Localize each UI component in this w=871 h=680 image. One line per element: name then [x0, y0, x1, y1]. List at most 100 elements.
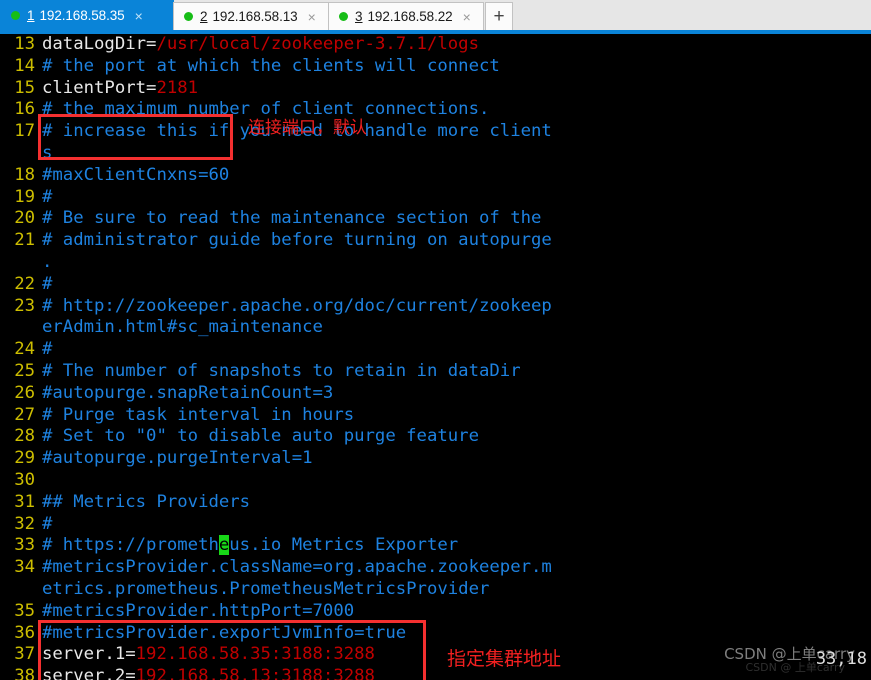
- line-content: #metricsProvider.exportJvmInfo=true: [42, 623, 406, 645]
- line-content: #metricsProvider.httpPort=7000: [42, 601, 354, 623]
- terminal-tab-2[interactable]: 2 192.168.58.13 ×: [173, 2, 329, 30]
- line-content: # the port at which the clients will con…: [42, 56, 500, 78]
- line-number: 34: [14, 557, 35, 578]
- close-icon[interactable]: ×: [135, 9, 143, 23]
- line-number: 35: [14, 600, 35, 621]
- tab-label-3: 192.168.58.22: [367, 9, 453, 24]
- code-token: etrics.prometheus.PrometheusMetricsProvi…: [42, 578, 490, 599]
- line-number: 37: [14, 644, 35, 665]
- close-icon[interactable]: ×: [463, 10, 471, 24]
- code-token: #: [42, 273, 53, 294]
- tab-label-2: 192.168.58.13: [212, 9, 298, 24]
- line-number: 19: [14, 186, 35, 207]
- code-token: # Set to "0" to disable auto purge featu…: [42, 426, 479, 447]
- line-number: [0, 143, 42, 165]
- line-number: 27: [14, 404, 35, 425]
- code-token: s: [42, 142, 53, 163]
- close-icon[interactable]: ×: [308, 10, 316, 24]
- line-content: ## Metrics Providers: [42, 492, 250, 514]
- code-token: # Purge task interval in hours: [42, 404, 355, 425]
- tab-index-2: 2: [200, 9, 208, 24]
- editor-line: 18 #maxClientCnxns=60: [0, 165, 871, 187]
- code-token: #: [42, 513, 53, 534]
- code-token: #: [42, 186, 53, 207]
- editor-cursor-position: 33,18: [815, 649, 867, 670]
- terminal-tab-3[interactable]: 3 192.168.58.22 ×: [328, 2, 484, 30]
- line-number: 14: [14, 55, 35, 76]
- code-token: .: [42, 251, 53, 272]
- editor-line: 28 # Set to "0" to disable auto purge fea…: [0, 426, 871, 448]
- editor-line: etrics.prometheus.PrometheusMetricsProvi…: [0, 579, 871, 601]
- code-token: # administrator guide before turning on …: [42, 230, 552, 251]
- line-number: [0, 579, 42, 601]
- editor-line: 34 #metricsProvider.className=org.apache.…: [0, 557, 871, 579]
- connection-status-dot-icon: [184, 12, 193, 21]
- line-number: 38: [14, 666, 35, 680]
- code-token: # Be sure to read the maintenance sectio…: [42, 208, 542, 229]
- line-content: #: [42, 514, 52, 536]
- line-content: s: [42, 143, 52, 165]
- code-token: clientPort=: [42, 77, 157, 98]
- line-number: 22: [14, 273, 35, 294]
- line-content: # Set to "0" to disable auto purge featu…: [42, 426, 479, 448]
- line-number: 23: [14, 295, 35, 316]
- terminal-tab-1[interactable]: 1 192.168.58.35 ×: [0, 0, 174, 30]
- line-number: 28: [14, 426, 35, 447]
- code-token: 192.168.58.13:3188:3288: [135, 666, 375, 680]
- terminal-editor-pane[interactable]: 13 dataLogDir=/usr/local/zookeeper-3.7.1/…: [0, 34, 871, 680]
- line-number: 25: [14, 360, 35, 381]
- tab-bar-empty-area: [513, 2, 871, 30]
- line-number: 13: [14, 34, 35, 54]
- line-number: [0, 252, 42, 274]
- line-content: # Purge task interval in hours: [42, 405, 354, 427]
- code-token: dataLogDir=: [42, 34, 157, 54]
- line-number: 33: [14, 535, 35, 556]
- code-token: # https://prometh: [42, 535, 219, 556]
- line-number: 36: [14, 622, 35, 643]
- line-number: 15: [14, 77, 35, 98]
- code-token: 2181: [156, 77, 199, 98]
- line-number: 17: [14, 121, 35, 142]
- code-token: 192.168.58.35:3188:3288: [135, 644, 375, 665]
- line-content: server.2=192.168.58.13:3188:3288: [42, 666, 375, 680]
- editor-line: 29 #autopurge.purgeInterval=1: [0, 448, 871, 470]
- code-token: # http://zookeeper.apache.org/doc/curren…: [42, 295, 552, 316]
- line-content: # The number of snapshots to retain in d…: [42, 361, 521, 383]
- editor-line: 14 # the port at which the clients will c…: [0, 56, 871, 78]
- code-token: #autopurge.snapRetainCount=3: [42, 382, 334, 403]
- line-content: dataLogDir=/usr/local/zookeeper-3.7.1/lo…: [42, 34, 479, 56]
- code-token: server.2=: [42, 666, 136, 680]
- code-token: server.1=: [42, 644, 136, 665]
- line-number: 24: [14, 339, 35, 360]
- line-content: #autopurge.snapRetainCount=3: [42, 383, 333, 405]
- line-number: 16: [14, 99, 35, 120]
- editor-line: 13 dataLogDir=/usr/local/zookeeper-3.7.1/…: [0, 34, 871, 56]
- code-token: #: [42, 339, 53, 360]
- line-content: #maxClientCnxns=60: [42, 165, 229, 187]
- editor-line: 17 # increase this if you need to handle …: [0, 121, 871, 143]
- editor-line: 38 server.2=192.168.58.13:3188:3288: [0, 666, 871, 680]
- line-content: clientPort=2181: [42, 78, 198, 100]
- editor-line: 27 # Purge task interval in hours: [0, 405, 871, 427]
- line-content: #metricsProvider.className=org.apache.zo…: [42, 557, 552, 579]
- line-number: 20: [14, 208, 35, 229]
- line-number: 18: [14, 164, 35, 185]
- line-number: [0, 317, 42, 339]
- annotation-servers: 指定集群地址: [447, 648, 562, 670]
- editor-line: 36 #metricsProvider.exportJvmInfo=true: [0, 623, 871, 645]
- line-content: #: [42, 339, 52, 361]
- line-number: 21: [14, 230, 35, 251]
- tab-bar: 1 192.168.58.35 × 2 192.168.58.13 × 3 19…: [0, 0, 871, 30]
- line-number: 26: [14, 382, 35, 403]
- editor-line: 26 #autopurge.snapRetainCount=3: [0, 383, 871, 405]
- line-content: erAdmin.html#sc_maintenance: [42, 317, 323, 339]
- code-token: us.io Metrics Exporter: [229, 535, 459, 556]
- code-token: # the port at which the clients will con…: [42, 55, 500, 76]
- editor-line: 21 # administrator guide before turning o…: [0, 230, 871, 252]
- line-content: # administrator guide before turning on …: [42, 230, 552, 252]
- new-tab-button[interactable]: +: [485, 2, 513, 30]
- editor-line: 31 ## Metrics Providers: [0, 492, 871, 514]
- annotation-client-port: 连接端口，默认: [248, 118, 367, 138]
- line-number: 30: [14, 469, 35, 490]
- line-content: server.1=192.168.58.35:3188:3288: [42, 644, 375, 666]
